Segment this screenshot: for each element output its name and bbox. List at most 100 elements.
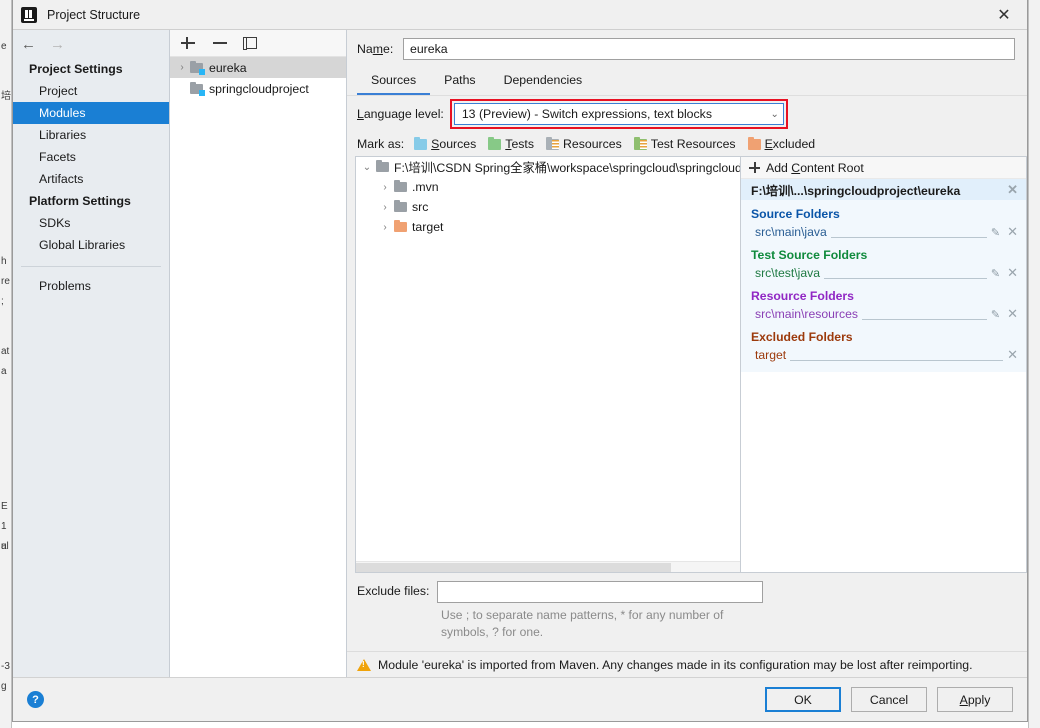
- add-content-root-button[interactable]: Add Content Root: [741, 157, 1026, 179]
- background-text-fragment: 1: [1, 521, 7, 532]
- folder-icon: [376, 160, 389, 172]
- chevron-down-icon[interactable]: ⌄: [770, 109, 778, 120]
- sidebar-item-libraries[interactable]: Libraries: [13, 124, 169, 146]
- mark-as-sources-label: Sources: [431, 137, 477, 151]
- settings-sidebar: ← → Project Settings Project Modules Lib…: [13, 30, 170, 677]
- mark-as-resources-label: Resources: [563, 137, 622, 151]
- mark-as-test-resources-label: Test Resources: [650, 137, 736, 151]
- remove-module-icon[interactable]: [212, 35, 228, 51]
- background-text-fragment: h: [1, 256, 7, 267]
- chevron-right-icon[interactable]: ›: [376, 182, 394, 193]
- content-tree-panel: ⌄ F:\培训\CSDN Spring全家桶\workspace\springc…: [355, 156, 741, 573]
- exclude-files-input[interactable]: [437, 581, 764, 603]
- apply-button[interactable]: Apply: [937, 687, 1013, 712]
- copy-module-icon[interactable]: [243, 37, 257, 50]
- edit-pencil-icon[interactable]: ✎: [991, 267, 1000, 280]
- plus-icon: [749, 162, 760, 173]
- dialog-body: ← → Project Settings Project Modules Lib…: [13, 29, 1027, 677]
- row-fill-line: [790, 350, 1004, 361]
- language-level-dropdown[interactable]: 13 (Preview) - Switch expressions, text …: [453, 103, 784, 125]
- forward-arrow-icon: →: [50, 35, 65, 53]
- excluded-folder-icon: [394, 220, 407, 232]
- module-name-label: Name:: [357, 41, 394, 56]
- language-level-highlight-box: 13 (Preview) - Switch expressions, text …: [449, 99, 788, 129]
- test-source-folders-title: Test Source Folders: [751, 248, 868, 262]
- test-source-folder-row[interactable]: src\test\java ✎ ✕: [741, 264, 1026, 282]
- background-text-fragment: re: [1, 276, 10, 287]
- mark-as-excluded-button[interactable]: Excluded: [747, 136, 815, 151]
- exclude-files-area: Exclude files: Use ; to separate name pa…: [347, 573, 1027, 651]
- tab-dependencies[interactable]: Dependencies: [490, 70, 597, 95]
- module-name-row: Name:: [347, 30, 1027, 67]
- source-folder-row[interactable]: src\main\java ✎ ✕: [741, 223, 1026, 241]
- module-folder-icon: [190, 60, 205, 75]
- sidebar-nav-toolbar: ← →: [13, 30, 169, 58]
- exclude-files-label: Exclude files:: [357, 584, 430, 598]
- mark-as-tests-button[interactable]: Tests: [488, 136, 534, 151]
- tree-row[interactable]: › target: [356, 217, 740, 237]
- remove-folder-icon[interactable]: ✕: [1007, 265, 1018, 281]
- cancel-button[interactable]: Cancel: [851, 687, 927, 712]
- module-list-item-eureka[interactable]: › eureka: [170, 57, 346, 78]
- mark-as-label: Mark as:: [357, 137, 405, 151]
- resource-folder-path: src\main\resources: [755, 307, 858, 321]
- expand-chevron-icon[interactable]: ›: [174, 62, 190, 73]
- mark-as-resources-button[interactable]: Resources: [546, 136, 622, 151]
- background-text-fragment: g: [1, 681, 7, 692]
- background-ide-left-strip: e 培 h re; at a E 1 ul -3 g a: [0, 0, 12, 728]
- chevron-down-icon[interactable]: ⌄: [358, 162, 376, 173]
- remove-folder-icon[interactable]: ✕: [1007, 347, 1018, 363]
- ok-button[interactable]: OK: [765, 687, 841, 712]
- background-text-fragment: E: [1, 501, 8, 512]
- warning-triangle-icon: [357, 658, 371, 671]
- sidebar-divider: [21, 266, 161, 267]
- tree-row[interactable]: › src: [356, 197, 740, 217]
- edit-pencil-icon[interactable]: ✎: [991, 226, 1000, 239]
- tree-horizontal-scrollbar[interactable]: [356, 561, 740, 572]
- mark-as-sources-button[interactable]: Sources: [414, 136, 477, 151]
- excluded-folder-row[interactable]: target ✕: [741, 346, 1026, 364]
- excluded-folder-icon: [747, 136, 761, 150]
- edit-pencil-icon[interactable]: ✎: [991, 308, 1000, 321]
- sidebar-item-modules[interactable]: Modules: [13, 102, 169, 124]
- close-icon[interactable]: ✕: [981, 0, 1027, 29]
- module-list-item-springcloudproject[interactable]: springcloudproject: [170, 78, 346, 99]
- mark-as-test-resources-button[interactable]: Test Resources: [633, 136, 736, 151]
- remove-content-root-icon[interactable]: ✕: [1007, 182, 1018, 198]
- content-tree-scroll[interactable]: ⌄ F:\培训\CSDN Spring全家桶\workspace\springc…: [356, 157, 740, 561]
- scrollbar-thumb[interactable]: [356, 563, 671, 572]
- row-fill-line: [830, 227, 987, 238]
- help-icon[interactable]: ?: [27, 691, 44, 708]
- tab-sources[interactable]: Sources: [357, 70, 431, 95]
- background-ide-right-strip: [1028, 0, 1040, 728]
- remove-folder-icon[interactable]: ✕: [1007, 306, 1018, 322]
- sidebar-item-artifacts[interactable]: Artifacts: [13, 168, 169, 190]
- tab-paths[interactable]: Paths: [430, 70, 489, 95]
- maven-warning-bar: Module 'eureka' is imported from Maven. …: [347, 651, 1027, 677]
- row-fill-line: [824, 268, 987, 279]
- module-name-input[interactable]: [403, 37, 1015, 60]
- sidebar-item-project[interactable]: Project: [13, 80, 169, 102]
- folder-icon: [394, 200, 407, 212]
- source-folders-title: Source Folders: [751, 207, 840, 221]
- resource-folder-row[interactable]: src\main\resources ✎ ✕: [741, 305, 1026, 323]
- language-level-label: Language level:: [357, 107, 444, 121]
- sidebar-group-project-settings: Project Settings: [29, 62, 123, 76]
- chevron-right-icon[interactable]: ›: [376, 222, 394, 233]
- tree-row[interactable]: ⌄ F:\培训\CSDN Spring全家桶\workspace\springc…: [356, 157, 740, 177]
- background-text-fragment: a: [1, 541, 7, 552]
- sidebar-item-problems[interactable]: Problems: [13, 275, 169, 297]
- tree-row[interactable]: › .mvn: [356, 177, 740, 197]
- back-arrow-icon[interactable]: ←: [21, 37, 36, 52]
- sidebar-item-facets[interactable]: Facets: [13, 146, 169, 168]
- add-module-icon[interactable]: [180, 35, 196, 51]
- remove-folder-icon[interactable]: ✕: [1007, 224, 1018, 240]
- chevron-right-icon[interactable]: ›: [376, 202, 394, 213]
- mark-as-tests-label: Tests: [505, 137, 534, 151]
- sidebar-item-global-libraries[interactable]: Global Libraries: [13, 234, 169, 256]
- sources-folder-icon: [414, 136, 428, 150]
- background-text-fragment: at: [1, 346, 10, 357]
- sidebar-item-sdks[interactable]: SDKs: [13, 212, 169, 234]
- content-root-path-header: F:\培训\...\springcloudproject\eureka ✕: [741, 179, 1026, 200]
- excluded-folders-title: Excluded Folders: [751, 330, 853, 344]
